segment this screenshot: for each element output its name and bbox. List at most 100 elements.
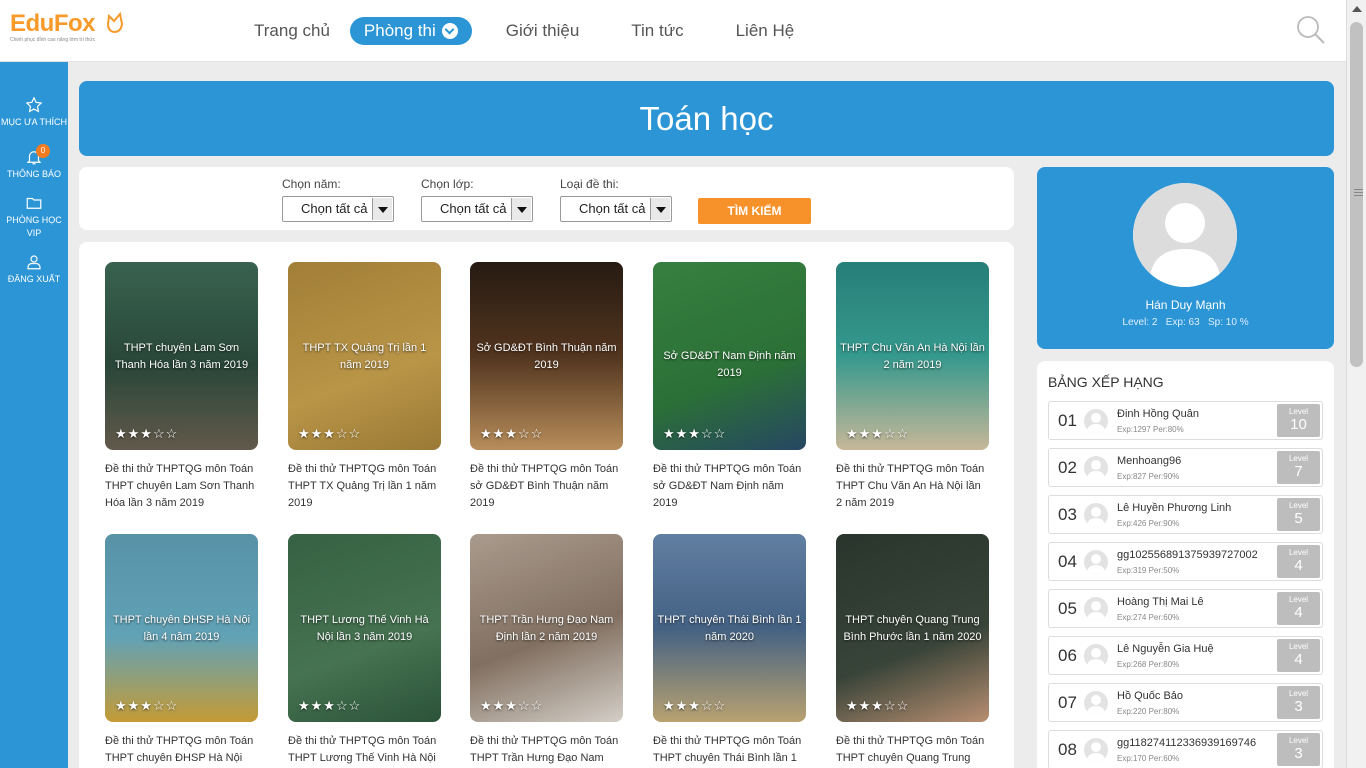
exam-card[interactable]: THPT Trần Hưng Đạo Nam Định lần 2 năm 20… <box>470 534 623 768</box>
sidebar-item-vip-room[interactable]: PHÒNG HỌC VIP <box>0 194 68 240</box>
exam-thumb-title: THPT Lương Thế Vinh Hà Nội lần 3 năm 201… <box>300 614 429 643</box>
star-rating-icon: ★★★☆☆ <box>846 698 910 713</box>
chevron-down-icon <box>441 23 458 39</box>
sidebar-label: MỤC ƯA THÍCH <box>0 117 68 127</box>
default-avatar-icon <box>1087 742 1105 762</box>
scrollbar-thumb[interactable] <box>1350 22 1363 367</box>
exam-card[interactable]: THPT chuyên Lam Sơn Thanh Hóa lần 3 năm … <box>105 262 258 512</box>
exam-card[interactable]: THPT chuyên ĐHSP Hà Nội lần 4 năm 2019 ★★… <box>105 534 258 768</box>
exam-description[interactable]: Đề thi thử THPTQG môn Toán THPT chuyên T… <box>653 733 806 767</box>
leaderboard-row[interactable]: 06 Lê Nguyễn Gia Huệ Exp:268 Per:80% Lev… <box>1048 636 1323 675</box>
exam-card[interactable]: THPT chuyên Thái Bình lần 1 năm 2020 ★★★☆… <box>653 534 806 767</box>
exam-description[interactable]: Đề thi thử THPTQG môn Toán THPT Chu Văn … <box>836 461 989 512</box>
year-label: Chọn năm: <box>282 177 341 191</box>
exam-card[interactable]: THPT TX Quảng Trị lần 1 năm 2019 ★★★☆☆ Đề… <box>288 262 441 512</box>
exam-thumbnail[interactable]: THPT chuyên Thái Bình lần 1 năm 2020 ★★★☆… <box>653 534 806 722</box>
rank-user-exp: Exp:220 Per:80% <box>1117 707 1180 716</box>
rank-user-exp: Exp:426 Per:90% <box>1117 519 1180 528</box>
leaderboard-row[interactable]: 02 Menhoang96 Exp:827 Per:90% Level 7 <box>1048 448 1323 487</box>
exam-description[interactable]: Đề thi thử THPTQG môn Toán sở GD&ĐT Bình… <box>470 461 623 512</box>
exam-card[interactable]: Sở GD&ĐT Bình Thuận năm 2019 ★★★☆☆ Đề thi… <box>470 262 623 512</box>
edufox-logo[interactable]: EduFox Chinh phục đỉnh cao năng lớm trí … <box>10 12 124 43</box>
search-icon[interactable] <box>1296 15 1326 45</box>
leaderboard-row[interactable]: 01 Đinh Hồng Quân Exp:1297 Per:80% Level… <box>1048 401 1323 440</box>
leaderboard-row[interactable]: 05 Hoàng Thị Mai Lê Exp:274 Per:60% Leve… <box>1048 589 1323 628</box>
default-avatar-icon <box>1087 601 1105 621</box>
exam-thumbnail[interactable]: THPT Trần Hưng Đạo Nam Định lần 2 năm 20… <box>470 534 623 722</box>
nav-trang-chu[interactable]: Trang chủ <box>240 17 344 45</box>
default-avatar-icon <box>1087 648 1105 668</box>
exam-card[interactable]: THPT Lương Thế Vinh Hà Nội lần 3 năm 201… <box>288 534 441 767</box>
default-avatar-icon <box>1133 183 1237 287</box>
dropdown-arrow-icon <box>650 198 670 220</box>
thumb-grip <box>1354 192 1363 193</box>
sidebar-item-favorites[interactable]: MỤC ƯA THÍCH <box>0 96 68 129</box>
exam-thumbnail[interactable]: Sở GD&ĐT Bình Thuận năm 2019 ★★★☆☆ <box>470 262 623 450</box>
subject-banner: Toán học <box>79 81 1334 156</box>
avatar[interactable] <box>1133 183 1237 287</box>
exam-thumb-title: THPT chuyên Thái Bình lần 1 năm 2020 <box>657 614 802 643</box>
avatar <box>1084 456 1108 480</box>
star-rating-icon: ★★★☆☆ <box>115 426 179 441</box>
search-button[interactable]: TÌM KIẾM <box>698 198 811 224</box>
rank-number: 05 <box>1058 599 1077 618</box>
exam-card[interactable]: Sở GD&ĐT Nam Định năm 2019 ★★★☆☆ Đề thi t… <box>653 262 806 512</box>
leaderboard-row[interactable]: 04 gg102556891375939727002 Exp:319 Per:5… <box>1048 542 1323 581</box>
year-select[interactable]: Chọn tất cả <box>282 196 394 222</box>
exam-thumbnail[interactable]: THPT chuyên Quang Trung Bình Phước lần 1… <box>836 534 989 722</box>
leaderboard-row[interactable]: 08 gg118274112336939169746 Exp:170 Per:6… <box>1048 730 1323 768</box>
rank-number: 02 <box>1058 458 1077 477</box>
avatar <box>1084 597 1108 621</box>
exam-thumbnail[interactable]: Sở GD&ĐT Nam Định năm 2019 ★★★☆☆ <box>653 262 806 450</box>
scroll-up-arrow-icon[interactable] <box>1352 6 1362 12</box>
exam-card[interactable]: THPT Chu Văn An Hà Nội lần 2 năm 2019 ★★★… <box>836 262 989 512</box>
level-value: 4 <box>1294 604 1303 621</box>
star-icon <box>25 96 43 113</box>
leaderboard-row[interactable]: 03 Lê Huyền Phương Linh Exp:426 Per:90% … <box>1048 495 1323 534</box>
rank-user-name: Hoàng Thị Mai Lê <box>1117 596 1204 608</box>
exam-description[interactable]: Đề thi thử THPTQG môn Toán THPT chuyên Đ… <box>105 733 258 768</box>
type-select[interactable]: Chọn tất cả <box>560 196 672 222</box>
rank-number: 07 <box>1058 693 1077 712</box>
exam-thumb-title: THPT TX Quảng Trị lần 1 năm 2019 <box>302 342 427 371</box>
exam-description[interactable]: Đề thi thử THPTQG môn Toán THPT Trần Hưn… <box>470 733 623 768</box>
nav-label: Phòng thi <box>363 21 436 40</box>
nav-lien-he[interactable]: Liên Hệ <box>722 17 809 45</box>
level-badge: Level 5 <box>1277 498 1320 531</box>
nav-gioi-thieu[interactable]: Giới thiệu <box>492 17 594 45</box>
avatar <box>1084 691 1108 715</box>
exam-description[interactable]: Đề thi thử THPTQG môn Toán THPT chuyên L… <box>105 461 258 512</box>
exam-thumb-title: THPT Trần Hưng Đạo Nam Định lần 2 năm 20… <box>479 614 614 643</box>
exam-thumbnail[interactable]: THPT chuyên Lam Sơn Thanh Hóa lần 3 năm … <box>105 262 258 450</box>
page-scrollbar[interactable] <box>1346 0 1366 768</box>
exam-description[interactable]: Đề thi thử THPTQG môn Toán THPT Lương Th… <box>288 733 441 767</box>
filter-bar: Chọn năm: Chọn tất cả Chọn lớp: Chọn tất… <box>79 167 1014 230</box>
nav-phong-thi[interactable]: Phòng thi <box>349 17 472 45</box>
level-badge: Level 10 <box>1277 404 1320 437</box>
rank-user-exp: Exp:170 Per:60% <box>1117 754 1180 763</box>
notification-badge: 0 <box>36 144 50 158</box>
exam-thumb-title: THPT chuyên Quang Trung Bình Phước lần 1… <box>843 614 982 643</box>
exam-thumbnail[interactable]: THPT Lương Thế Vinh Hà Nội lần 3 năm 201… <box>288 534 441 722</box>
exam-thumbnail[interactable]: THPT TX Quảng Trị lần 1 năm 2019 ★★★☆☆ <box>288 262 441 450</box>
exam-thumb-title: Sở GD&ĐT Nam Định năm 2019 <box>663 350 796 379</box>
leaderboard-row[interactable]: 07 Hồ Quốc Bảo Exp:220 Per:80% Level 3 <box>1048 683 1323 722</box>
sidebar-item-notifications[interactable]: 0 THÔNG BÁO <box>0 144 68 181</box>
rank-number: 01 <box>1058 411 1077 430</box>
level-value: 10 <box>1290 416 1307 433</box>
exam-description[interactable]: Đề thi thử THPTQG môn Toán sở GD&ĐT Nam … <box>653 461 806 512</box>
exam-description[interactable]: Đề thi thử THPTQG môn Toán THPT TX Quảng… <box>288 461 441 512</box>
rank-user-name: gg102556891375939727002 <box>1117 549 1258 561</box>
rank-user-name: Hồ Quốc Bảo <box>1117 690 1184 702</box>
exam-description[interactable]: Đề thi thử THPTQG môn Toán THPT chuyên Q… <box>836 733 989 768</box>
nav-label: Liên Hệ <box>735 21 795 40</box>
exam-thumbnail[interactable]: THPT Chu Văn An Hà Nội lần 2 năm 2019 ★★★… <box>836 262 989 450</box>
exam-card[interactable]: THPT chuyên Quang Trung Bình Phước lần 1… <box>836 534 989 768</box>
nav-tin-tuc[interactable]: Tin tức <box>617 17 697 45</box>
rank-user-name: Lê Nguyễn Gia Huệ <box>1117 643 1214 655</box>
star-rating-icon: ★★★☆☆ <box>846 426 910 441</box>
exam-thumbnail[interactable]: THPT chuyên ĐHSP Hà Nội lần 4 năm 2019 ★★… <box>105 534 258 722</box>
type-filter: Loại đề thi: Chọn tất cả <box>560 177 672 222</box>
sidebar-item-logout[interactable]: ĐĂNG XUẤT <box>0 253 68 286</box>
class-select[interactable]: Chọn tất cả <box>421 196 533 222</box>
